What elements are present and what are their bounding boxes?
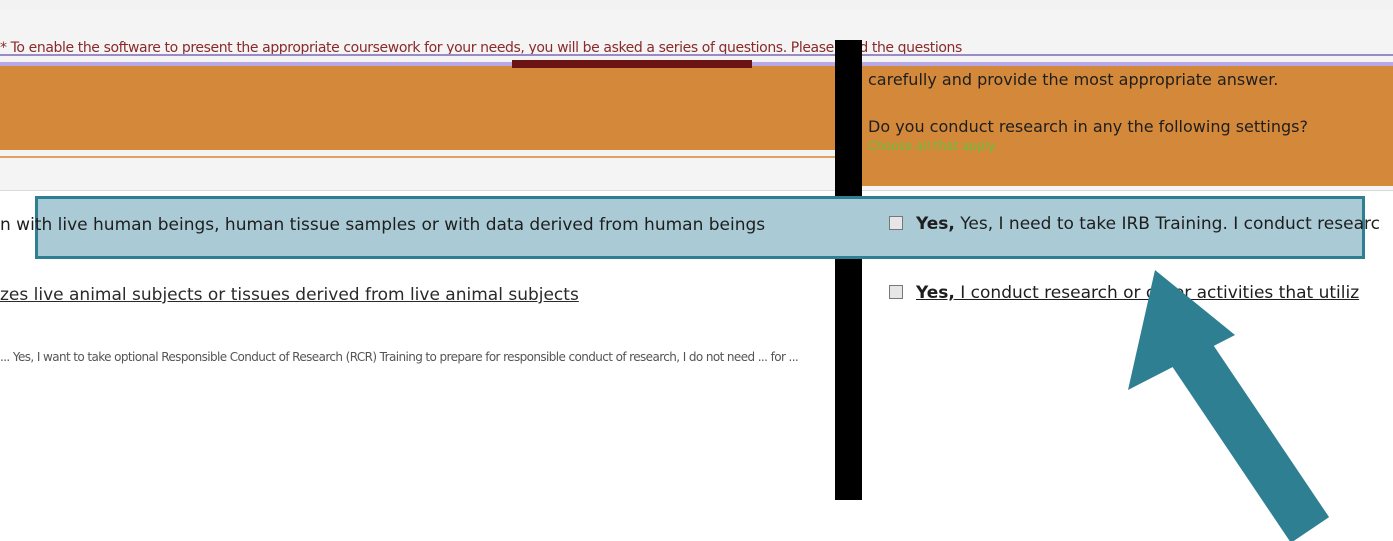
question-text: Do you conduct research in any the follo… bbox=[868, 117, 1308, 136]
checkbox-animal-subjects[interactable] bbox=[889, 285, 903, 299]
choose-all-hint: Choose all that apply. bbox=[868, 139, 998, 153]
column-divider bbox=[835, 40, 862, 500]
header-band-left bbox=[0, 62, 835, 150]
option-row-human-subjects: n with live human beings, human tissue s… bbox=[0, 215, 766, 235]
answer-label-human-subjects[interactable]: Yes, Yes, I need to take IRB Training. I… bbox=[916, 214, 1380, 234]
instructions-text: carefully and provide the most appropria… bbox=[868, 70, 1279, 89]
answer-yes-bold: Yes, bbox=[916, 214, 955, 234]
top-bar bbox=[0, 0, 1393, 10]
header-rule-right bbox=[862, 62, 1393, 66]
option-row-animal-subjects: zes live animal subjects or tissues deri… bbox=[0, 285, 579, 305]
answer-yes-bold-2: Yes, bbox=[916, 283, 955, 303]
header-divider bbox=[0, 156, 835, 158]
intro-strike bbox=[0, 54, 1393, 56]
header-artifact bbox=[512, 60, 752, 68]
answer-rest: Yes, I need to take IRB Training. I cond… bbox=[954, 214, 1380, 234]
arrow-up-left-icon bbox=[1128, 270, 1330, 541]
checkbox-human-subjects[interactable] bbox=[889, 216, 903, 230]
